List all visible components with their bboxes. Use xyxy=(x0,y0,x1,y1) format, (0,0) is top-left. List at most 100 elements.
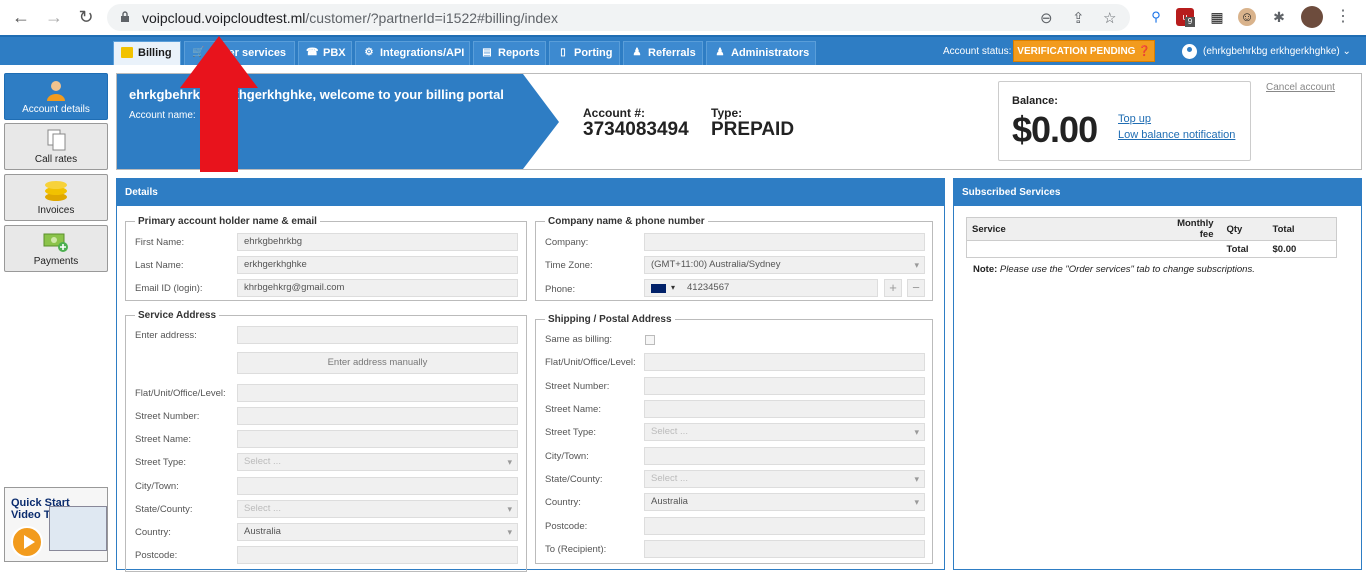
money-add-icon xyxy=(43,233,68,252)
ublock-icon[interactable]: u9 xyxy=(1176,8,1195,27)
service-street-number-input[interactable] xyxy=(237,407,518,425)
browser-toolbar: ← → ↻ voipcloud.voipcloudtest.ml/custome… xyxy=(0,0,1366,35)
user-icon xyxy=(1182,44,1197,59)
same-as-billing-checkbox[interactable] xyxy=(645,335,655,345)
primary-holder-section: Primary account holder name & email Firs… xyxy=(125,216,527,301)
subscribed-services-title: Subscribed Services xyxy=(954,179,1361,206)
coins-icon xyxy=(45,181,67,201)
tab-referrals[interactable]: ♟ Referrals xyxy=(623,41,703,65)
last-name-input[interactable]: erkhgerkhghke xyxy=(237,256,518,274)
folder-icon xyxy=(121,47,133,58)
service-state-select[interactable]: Select ... xyxy=(237,500,518,518)
verification-status-badge[interactable]: VERIFICATION PENDING ❓ xyxy=(1013,40,1155,62)
red-arrow-annotation xyxy=(180,36,258,172)
australia-flag-icon xyxy=(651,284,666,293)
laptop-icon xyxy=(49,506,107,551)
service-street-type-select[interactable]: Select ... xyxy=(237,453,518,471)
table-total-row: Total $0.00 xyxy=(1226,243,1297,255)
person-icon: ♟ xyxy=(632,47,642,58)
tab-reports[interactable]: ▤ Reports xyxy=(473,41,546,65)
details-panel: Details Primary account holder name & em… xyxy=(116,178,945,572)
cancel-account-link[interactable]: Cancel account xyxy=(1266,82,1335,93)
account-number: 3734083494 xyxy=(583,119,689,140)
top-up-link[interactable]: Top up xyxy=(1118,113,1151,125)
share-icon[interactable]: ⇪ xyxy=(1072,9,1085,27)
tab-integrations[interactable]: ⚙ Integrations/API xyxy=(355,41,470,65)
play-icon[interactable] xyxy=(11,526,43,558)
account-type: PREPAID xyxy=(711,119,795,140)
lock-icon xyxy=(121,11,129,22)
user-menu[interactable]: (ehrkgbehrkbg erkhgerkhghke) ⌄ xyxy=(1182,44,1351,59)
help-icon: ❓ xyxy=(1138,46,1151,57)
tab-pbx[interactable]: ☎ PBX xyxy=(298,41,352,65)
qr-icon[interactable]: ▦ xyxy=(1208,8,1226,26)
puzzle-icon[interactable]: ✱ xyxy=(1270,8,1288,26)
shipping-flat-input[interactable] xyxy=(644,353,925,371)
sidebar-item-account-details[interactable]: Account details xyxy=(4,73,108,120)
shipping-street-number-input[interactable] xyxy=(644,377,925,395)
account-number-label: Account #: xyxy=(583,106,646,120)
avatar[interactable] xyxy=(1301,6,1323,28)
timezone-select[interactable]: (GMT+11:00) Australia/Sydney xyxy=(644,256,925,274)
email-input[interactable]: khrbgehkrg@gmail.com xyxy=(237,279,518,297)
url-text: voipcloud.voipcloudtest.ml/customer/?par… xyxy=(142,10,558,26)
profile-ext-icon[interactable]: ☺ xyxy=(1238,8,1256,26)
phone-input[interactable]: ▾ 41234567 xyxy=(644,279,878,297)
address-search-input[interactable] xyxy=(237,326,518,344)
tab-administrators[interactable]: ♟ Administrators xyxy=(706,41,816,65)
details-title: Details xyxy=(117,179,944,206)
phone-icon: ▯ xyxy=(560,47,566,58)
report-icon: ▤ xyxy=(482,47,492,58)
remove-phone-button[interactable]: − xyxy=(907,279,925,297)
balance-box: Balance: $0.00 Top up Low balance notifi… xyxy=(998,81,1251,161)
back-icon[interactable]: ← xyxy=(11,8,31,26)
balance-value: $0.00 xyxy=(1012,109,1098,150)
subscriptions-table: Service Monthly fee Qty Total Total $0.0… xyxy=(966,217,1337,258)
documents-icon xyxy=(47,129,66,151)
reload-icon[interactable]: ↻ xyxy=(76,8,96,26)
service-flat-input[interactable] xyxy=(237,384,518,402)
service-postcode-input[interactable] xyxy=(237,546,518,564)
balance-label: Balance: xyxy=(1012,95,1058,107)
tab-porting[interactable]: ▯ Porting xyxy=(549,41,620,65)
shipping-country-select[interactable]: Australia xyxy=(644,493,925,511)
shipping-street-name-input[interactable] xyxy=(644,400,925,418)
tab-billing[interactable]: Billing xyxy=(113,41,181,65)
table-header-row: Service Monthly fee Qty Total xyxy=(966,217,1337,241)
sidebar-item-invoices[interactable]: Invoices xyxy=(4,174,108,221)
company-section: Company name & phone number Company: Tim… xyxy=(535,216,933,301)
add-phone-button[interactable]: + xyxy=(884,279,902,297)
subscribed-services-panel: Subscribed Services Service Monthly fee … xyxy=(953,178,1362,570)
shipping-street-type-select[interactable]: Select ... xyxy=(644,423,925,441)
menu-icon[interactable]: ⋮ xyxy=(1334,8,1352,26)
user-icon xyxy=(47,81,65,101)
pbx-icon: ☎ xyxy=(306,47,319,58)
first-name-input[interactable]: ehrkgbehrkbg xyxy=(237,233,518,251)
service-country-select[interactable]: Australia xyxy=(237,523,518,541)
shipping-recipient-input[interactable] xyxy=(644,540,925,558)
type-label: Type: xyxy=(711,106,743,120)
extension-icon[interactable]: ⚲ xyxy=(1147,8,1165,26)
gear-icon: ⚙ xyxy=(364,47,374,58)
star-icon[interactable]: ☆ xyxy=(1103,9,1116,27)
low-balance-link[interactable]: Low balance notification xyxy=(1118,129,1235,141)
shipping-postcode-input[interactable] xyxy=(644,517,925,535)
service-address-section: Service Address Enter address: Enter add… xyxy=(125,310,527,572)
subscriptions-note: Note: Please use the "Order services" ta… xyxy=(973,264,1255,275)
company-input[interactable] xyxy=(644,233,925,251)
shipping-address-section: Shipping / Postal Address Same as billin… xyxy=(535,314,933,564)
shipping-state-select[interactable]: Select ... xyxy=(644,470,925,488)
address-bar[interactable]: voipcloud.voipcloudtest.ml/customer/?par… xyxy=(107,4,1130,31)
zoom-icon[interactable]: ⊖ xyxy=(1040,9,1053,27)
sidebar-item-call-rates[interactable]: Call rates xyxy=(4,123,108,170)
service-street-name-input[interactable] xyxy=(237,430,518,448)
chevron-down-icon: ▾ xyxy=(671,283,676,292)
forward-icon[interactable]: → xyxy=(44,8,64,26)
quick-start-tutorial[interactable]: Quick Start Video Tutorial xyxy=(4,487,108,562)
chevron-down-icon: ⌄ xyxy=(1342,46,1351,58)
enter-address-manually-button[interactable]: Enter address manually xyxy=(237,352,518,374)
sidebar-item-payments[interactable]: Payments xyxy=(4,225,108,272)
shipping-city-input[interactable] xyxy=(644,447,925,465)
service-city-input[interactable] xyxy=(237,477,518,495)
account-status-label: Account status: xyxy=(943,46,1012,57)
